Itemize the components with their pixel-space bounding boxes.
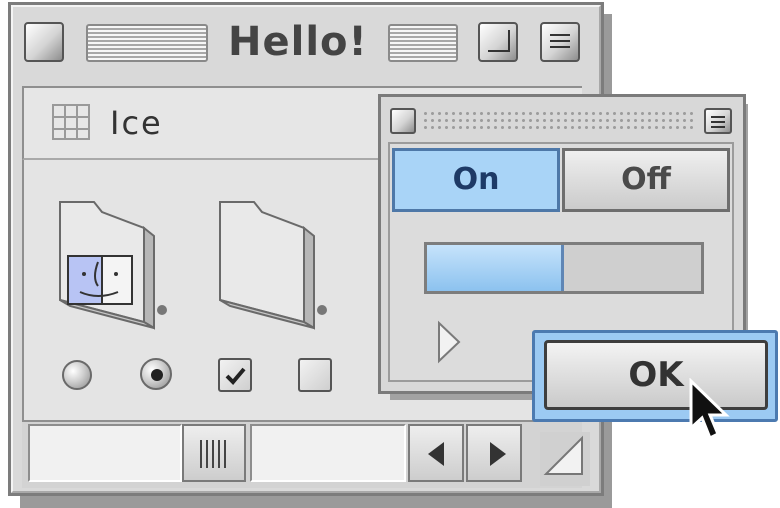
scroll-left-button[interactable] — [408, 424, 464, 482]
radio-button-1[interactable] — [62, 360, 92, 390]
scroll-track-right[interactable] — [250, 424, 406, 482]
finder-folder-icon[interactable] — [54, 196, 174, 330]
scroll-thumb[interactable] — [182, 424, 246, 482]
progress-fill — [427, 245, 564, 291]
grid-view-icon[interactable] — [52, 104, 90, 140]
collapse-box[interactable] — [540, 22, 580, 62]
palette-title-bar[interactable] — [422, 110, 694, 132]
header-label: Ice — [110, 104, 163, 142]
scroll-right-button[interactable] — [466, 424, 522, 482]
title-stripes-left[interactable] — [86, 24, 208, 62]
resize-grip[interactable] — [540, 432, 590, 486]
title-stripes-right[interactable] — [388, 24, 458, 62]
palette-collapse-box[interactable] — [704, 108, 732, 134]
close-box[interactable] — [24, 22, 64, 62]
segment-on[interactable]: On — [392, 148, 560, 212]
arrow-right-icon — [490, 442, 506, 466]
arrow-left-icon — [428, 442, 444, 466]
zoom-box[interactable] — [478, 22, 518, 62]
radio-button-2[interactable] — [140, 358, 172, 390]
checkbox-2[interactable] — [298, 358, 332, 392]
palette-close-box[interactable] — [390, 108, 416, 134]
segment-off[interactable]: Off — [562, 148, 730, 212]
ok-button[interactable]: OK — [544, 340, 768, 410]
scroll-track-left[interactable] — [28, 424, 182, 482]
progress-bar — [424, 242, 704, 294]
mouse-cursor-icon — [688, 377, 732, 448]
window-title: Hello! — [228, 19, 368, 65]
resize-grip-icon — [543, 435, 583, 475]
folder-icon[interactable] — [214, 196, 334, 330]
disclosure-triangle-icon[interactable] — [436, 320, 462, 368]
checkbox-1[interactable] — [218, 358, 252, 392]
